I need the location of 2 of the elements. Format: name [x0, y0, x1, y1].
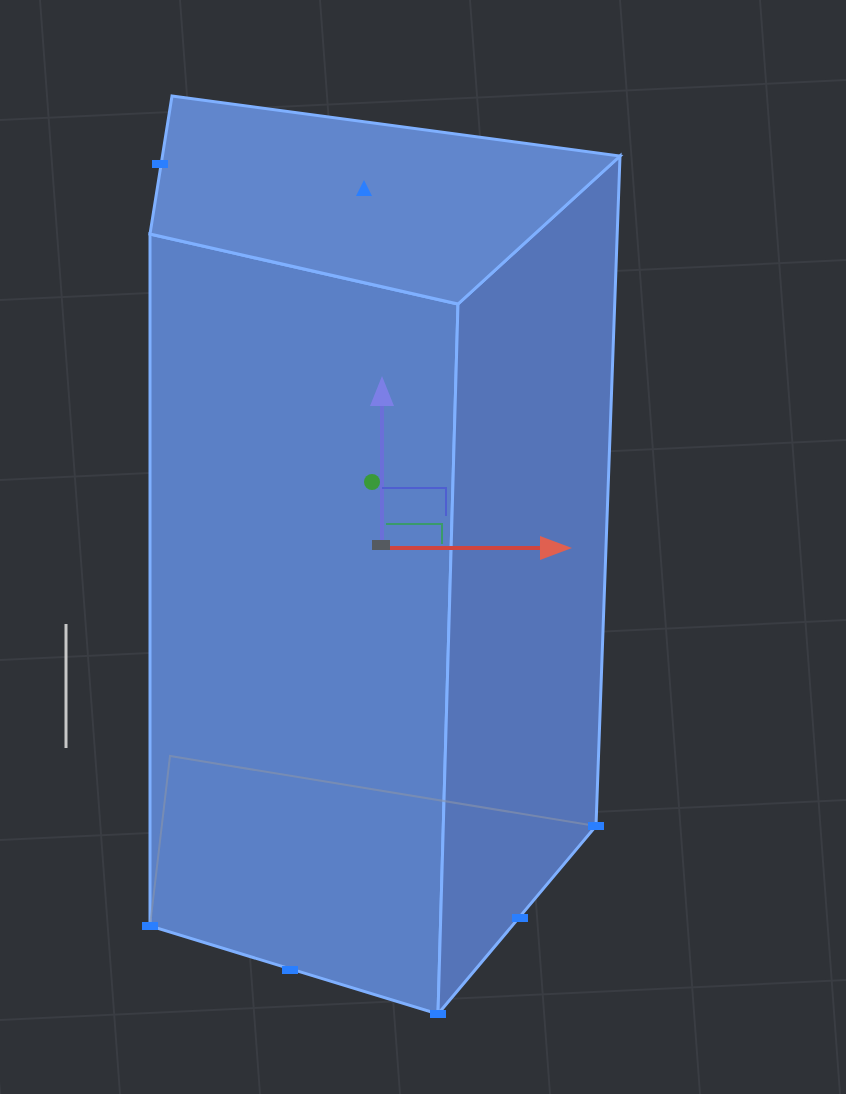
cursor-line: [64, 624, 68, 748]
box-drawing[interactable]: [142, 94, 624, 1019]
